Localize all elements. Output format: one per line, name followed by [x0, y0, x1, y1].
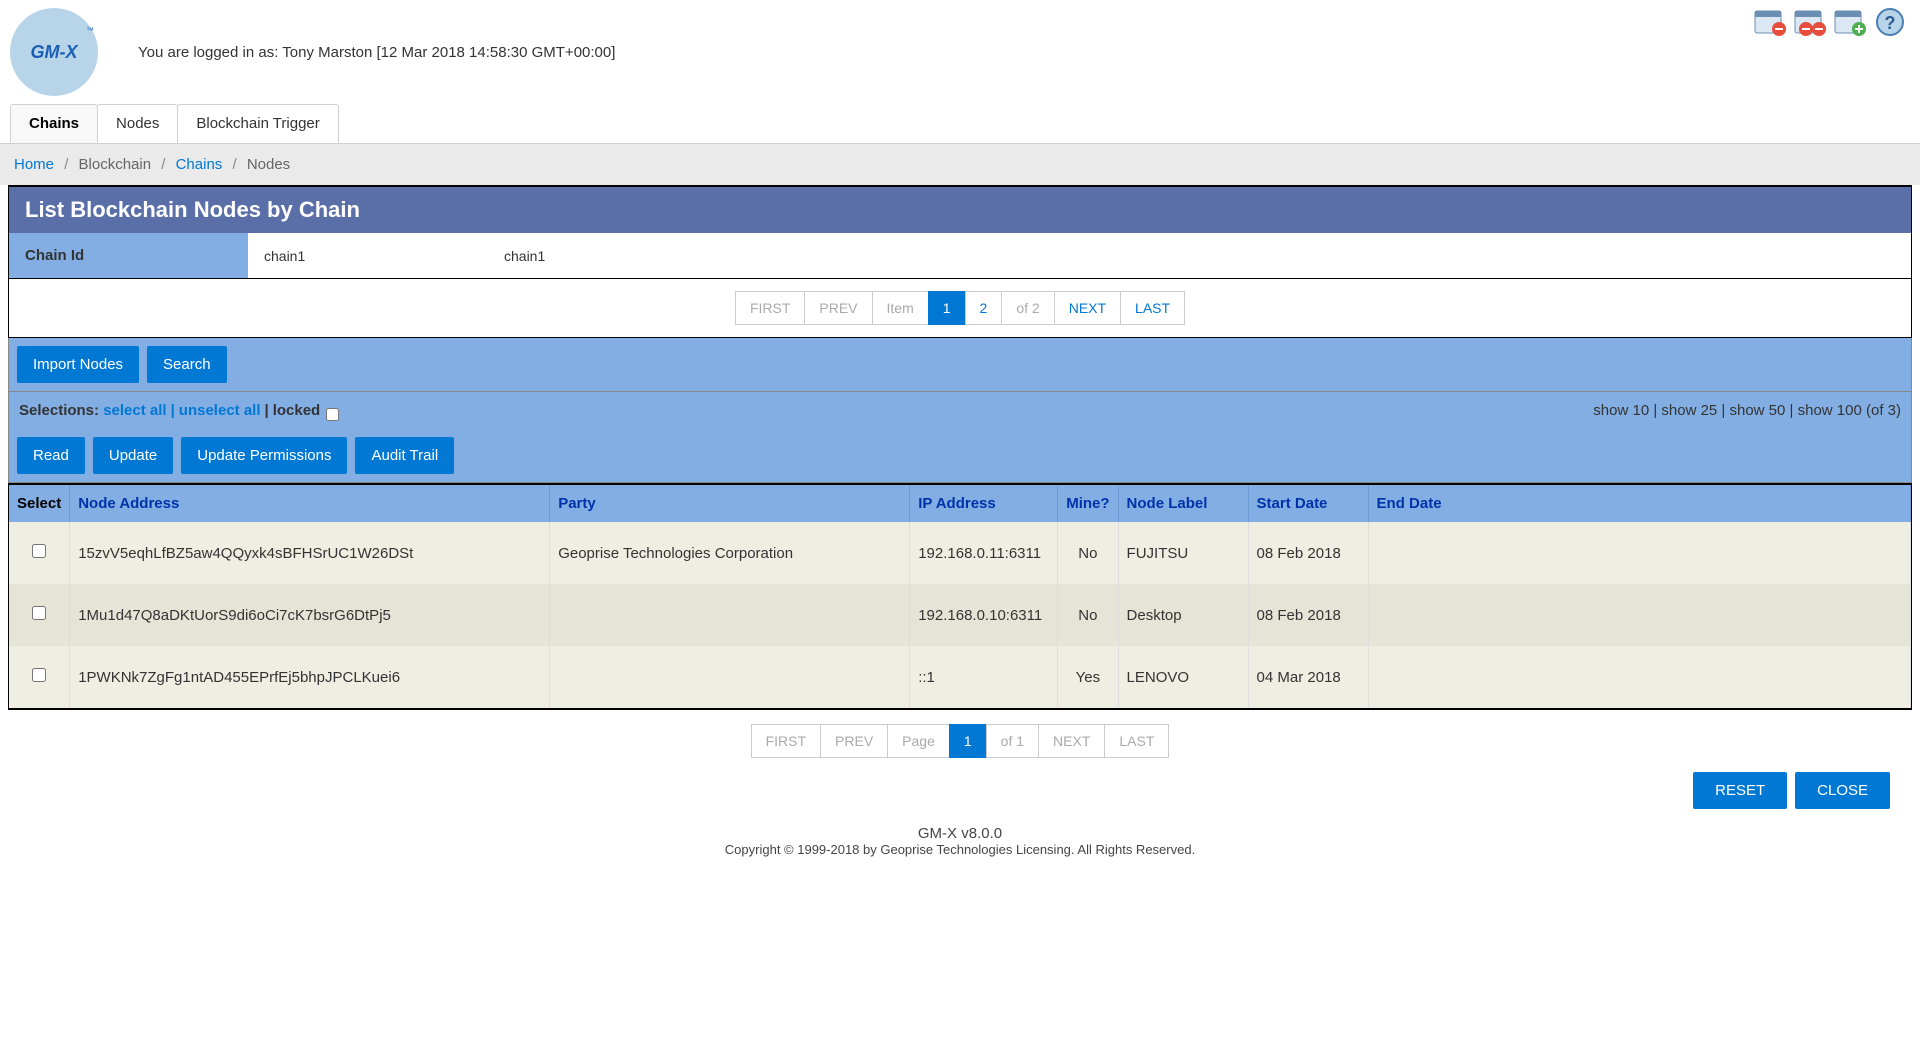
login-info: You are logged in as: Tony Marston [12 M…: [138, 44, 615, 61]
cell-mine: No: [1058, 584, 1118, 646]
audit-trail-button[interactable]: Audit Trail: [355, 437, 454, 474]
page-pager: FIRST PREV Page 1 of 1 NEXT LAST: [8, 710, 1912, 772]
read-button[interactable]: Read: [17, 437, 85, 474]
page-label: Page: [887, 724, 950, 758]
cell-party: [550, 584, 910, 646]
cell-node: 15zvV5eqhLfBZ5aw4QQyxk4sBFHSrUC1W26DSt: [70, 522, 550, 584]
chain-id-label: Chain Id: [9, 233, 248, 278]
logo-text: GM-X: [31, 42, 78, 63]
tabs: Chains Nodes Blockchain Trigger: [0, 104, 1920, 144]
cell-end: [1368, 646, 1910, 708]
logout-icon[interactable]: [1792, 6, 1828, 38]
th-select: Select: [9, 485, 70, 522]
breadcrumb-blockchain: Blockchain: [79, 156, 152, 173]
item-prev-button[interactable]: PREV: [804, 291, 872, 325]
tab-nodes[interactable]: Nodes: [97, 104, 178, 143]
chain-bar: Chain Id chain1 chain1: [8, 233, 1912, 279]
cell-mine: No: [1058, 522, 1118, 584]
svg-text:?: ?: [1885, 13, 1896, 33]
item-next-button[interactable]: NEXT: [1054, 291, 1121, 325]
table-row: 15zvV5eqhLfBZ5aw4QQyxk4sBFHSrUC1W26DSt G…: [9, 522, 1911, 584]
footer: GM-X v8.0.0 Copyright © 1999-2018 by Geo…: [8, 821, 1912, 877]
cell-ip: 192.168.0.11:6311: [910, 522, 1058, 584]
close-session-icon[interactable]: [1752, 6, 1788, 38]
search-button[interactable]: Search: [147, 346, 227, 383]
cell-label: Desktop: [1118, 584, 1248, 646]
reset-button[interactable]: RESET: [1693, 772, 1787, 809]
cell-start: 04 Mar 2018: [1248, 646, 1368, 708]
logo[interactable]: GM-X ™: [10, 8, 98, 96]
cell-start: 08 Feb 2018: [1248, 584, 1368, 646]
page-prev-button[interactable]: PREV: [820, 724, 888, 758]
th-end[interactable]: End Date: [1377, 495, 1442, 512]
cell-end: [1368, 584, 1910, 646]
item-of: of 2: [1001, 291, 1054, 325]
cell-label: LENOVO: [1118, 646, 1248, 708]
locked-checkbox[interactable]: [326, 408, 339, 421]
logo-tm: ™: [86, 26, 94, 35]
th-start[interactable]: Start Date: [1257, 495, 1328, 512]
selections-label: Selections:: [19, 402, 99, 419]
new-session-icon[interactable]: [1832, 6, 1868, 38]
breadcrumb-home[interactable]: Home: [14, 156, 54, 173]
row-select-checkbox[interactable]: [32, 668, 46, 682]
row-select-checkbox[interactable]: [32, 606, 46, 620]
import-nodes-button[interactable]: Import Nodes: [17, 346, 139, 383]
top-icons: ?: [1752, 6, 1908, 38]
breadcrumb-nodes: Nodes: [247, 156, 290, 173]
unselect-all-link[interactable]: unselect all: [179, 402, 261, 419]
th-mine[interactable]: Mine?: [1066, 495, 1109, 512]
page-size[interactable]: show 10 | show 25 | show 50 | show 100 (…: [1593, 402, 1901, 419]
cell-label: FUJITSU: [1118, 522, 1248, 584]
select-all-link[interactable]: select all: [103, 402, 166, 419]
cell-end: [1368, 522, 1910, 584]
th-node-address[interactable]: Node Address: [78, 495, 179, 512]
item-first-button[interactable]: FIRST: [735, 291, 805, 325]
page-number-1[interactable]: 1: [949, 724, 987, 758]
close-button[interactable]: CLOSE: [1795, 772, 1890, 809]
help-icon[interactable]: ?: [1872, 6, 1908, 38]
update-permissions-button[interactable]: Update Permissions: [181, 437, 347, 474]
bottom-buttons: RESET CLOSE: [8, 772, 1912, 821]
cell-party: [550, 646, 910, 708]
cell-node: 1Mu1d47Q8aDKtUorS9di6oCi7cK7bsrG6DtPj5: [70, 584, 550, 646]
cell-ip: 192.168.0.10:6311: [910, 584, 1058, 646]
chain-id-value-1: chain1: [248, 234, 488, 278]
locked-label: locked: [273, 402, 321, 419]
th-party[interactable]: Party: [558, 495, 596, 512]
tab-blockchain-trigger[interactable]: Blockchain Trigger: [177, 104, 338, 143]
item-pager: FIRST PREV Item 1 2 of 2 NEXT LAST: [8, 279, 1912, 338]
cell-party: Geoprise Technologies Corporation: [550, 522, 910, 584]
row-select-checkbox[interactable]: [32, 544, 46, 558]
action-bar-top: Import Nodes Search: [8, 338, 1912, 392]
breadcrumb-chains[interactable]: Chains: [176, 156, 223, 173]
page-last-button[interactable]: LAST: [1104, 724, 1169, 758]
selection-bar: Selections: select all | unselect all | …: [8, 392, 1912, 429]
footer-copyright: Copyright © 1999-2018 by Geoprise Techno…: [8, 842, 1912, 857]
cell-mine: Yes: [1058, 646, 1118, 708]
cell-node: 1PWKNk7ZgFg1ntAD455EPrfEj5bhpJPCLKuei6: [70, 646, 550, 708]
item-last-button[interactable]: LAST: [1120, 291, 1185, 325]
table-row: 1PWKNk7ZgFg1ntAD455EPrfEj5bhpJPCLKuei6 :…: [9, 646, 1911, 708]
nodes-table: Select Node Address Party IP Address Min…: [9, 485, 1911, 708]
action-bar-crud: Read Update Update Permissions Audit Tra…: [8, 429, 1912, 483]
page-title: List Blockchain Nodes by Chain: [8, 185, 1912, 233]
breadcrumb: Home / Blockchain / Chains / Nodes: [0, 144, 1920, 185]
item-label: Item: [872, 291, 929, 325]
th-label[interactable]: Node Label: [1127, 495, 1208, 512]
page-first-button[interactable]: FIRST: [751, 724, 821, 758]
chain-id-value-2: chain1: [488, 234, 728, 278]
update-button[interactable]: Update: [93, 437, 173, 474]
th-ip[interactable]: IP Address: [918, 495, 996, 512]
item-page-1[interactable]: 1: [928, 291, 966, 325]
table-row: 1Mu1d47Q8aDKtUorS9di6oCi7cK7bsrG6DtPj5 1…: [9, 584, 1911, 646]
cell-ip: ::1: [910, 646, 1058, 708]
page-of: of 1: [986, 724, 1039, 758]
tab-chains[interactable]: Chains: [10, 104, 98, 143]
cell-start: 08 Feb 2018: [1248, 522, 1368, 584]
header: GM-X ™ You are logged in as: Tony Marsto…: [0, 0, 1920, 104]
item-page-2[interactable]: 2: [965, 291, 1003, 325]
page-next-button[interactable]: NEXT: [1038, 724, 1105, 758]
footer-version: GM-X v8.0.0: [8, 825, 1912, 842]
